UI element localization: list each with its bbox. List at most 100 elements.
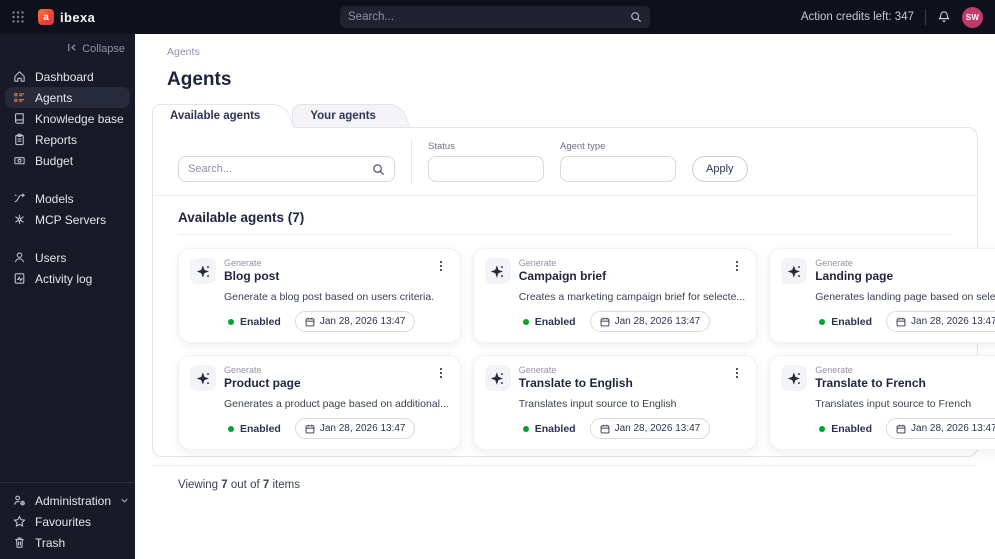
card-menu-button[interactable] [433, 365, 449, 381]
agents-search[interactable] [178, 156, 395, 182]
status-label: Status [428, 141, 455, 152]
sparkle-icon [190, 365, 216, 391]
status-dot [819, 318, 826, 325]
sidebar-collapse-button[interactable]: Collapse [0, 34, 135, 58]
calendar-icon [305, 317, 315, 327]
date-pill[interactable]: Jan 28, 2026 13:47 [294, 311, 416, 332]
card-category: Generate [224, 365, 262, 375]
status-badge: Enabled [831, 422, 873, 435]
sidebar-item-users[interactable]: Users [0, 247, 135, 268]
sidebar-item-mcp-servers[interactable]: MCP Servers [0, 209, 135, 230]
card-description: Creates a marketing campaign brief for s… [518, 291, 746, 303]
status-select[interactable] [428, 156, 544, 182]
agent-type-select[interactable] [560, 156, 676, 182]
agent-card-landing-page[interactable]: Generate Landing page Generates landing … [769, 248, 995, 343]
agent-card-product-page[interactable]: Generate Product page Generates a produc… [178, 355, 461, 450]
sidebar-item-administration[interactable]: Administration [0, 490, 135, 511]
admin-icon [12, 494, 26, 507]
sidebar-item-reports[interactable]: Reports [0, 129, 135, 150]
card-description: Generate a blog post based on users crit… [224, 291, 435, 303]
budget-icon [12, 154, 26, 167]
search-icon [630, 11, 642, 23]
date-pill[interactable]: Jan 28, 2026 13:47 [589, 311, 711, 332]
status-dot [228, 425, 234, 432]
card-menu-button[interactable] [729, 365, 745, 381]
sparkle-icon [781, 365, 808, 391]
chevron-down-icon [120, 496, 129, 505]
agent-cards-grid: Generate Blog post Generate a blog post … [178, 248, 995, 450]
ibexa-logo[interactable]: a ibexa [38, 9, 95, 25]
date-pill[interactable]: Jan 28, 2026 13:47 [294, 418, 416, 439]
agent-card-translate-to-english[interactable]: Generate Translate to English Translates… [472, 355, 758, 450]
status-dot [522, 425, 529, 432]
sidebar: Collapse Dashboard Agents Knowledge base… [0, 34, 135, 559]
card-category: Generate [815, 258, 853, 268]
filter-divider [411, 139, 412, 184]
date-pill[interactable]: Jan 28, 2026 13:47 [886, 418, 995, 439]
topbar-divider [925, 9, 926, 25]
shown-count: 7 [221, 479, 228, 491]
ibexa-logo-text: ibexa [60, 9, 96, 25]
card-title: Campaign brief [518, 269, 607, 283]
sparkle-icon [190, 258, 216, 284]
star-icon [12, 515, 26, 528]
card-title: Landing page [815, 269, 894, 283]
notifications-bell-icon[interactable] [937, 10, 951, 24]
status-badge: Enabled [240, 315, 281, 328]
sidebar-item-dashboard[interactable]: Dashboard [0, 66, 135, 87]
collapse-icon [66, 42, 77, 56]
activity-icon [12, 272, 26, 285]
models-icon [12, 192, 26, 205]
breadcrumb[interactable]: Agents [167, 46, 978, 58]
user-avatar[interactable]: SW [962, 6, 983, 28]
sidebar-item-models[interactable]: Models [0, 188, 135, 209]
agent-card-campaign-brief[interactable]: Generate Campaign brief Creates a market… [472, 248, 758, 343]
sidebar-item-favourites[interactable]: Favourites [0, 511, 135, 532]
sidebar-item-trash[interactable]: Trash [0, 532, 135, 553]
sidebar-item-agents[interactable]: Agents [5, 87, 130, 108]
app-grid-icon[interactable] [11, 10, 25, 24]
collapse-label: Collapse [82, 43, 125, 55]
clipboard-icon [12, 133, 26, 146]
card-title: Translate to English [518, 376, 633, 390]
status-badge: Enabled [240, 422, 281, 435]
calendar-icon [600, 424, 610, 434]
global-search-input[interactable] [348, 11, 630, 23]
calendar-icon [305, 424, 315, 434]
agent-card-blog-post[interactable]: Generate Blog post Generate a blog post … [178, 248, 461, 343]
card-description: Generates a product page based on additi… [224, 398, 449, 410]
global-search[interactable] [340, 6, 650, 28]
agents-icon [12, 91, 26, 104]
sparkle-icon [484, 258, 511, 284]
date-pill[interactable]: Jan 28, 2026 13:47 [886, 311, 995, 332]
card-description: Translates input source to English [518, 398, 677, 410]
sparkle-icon [484, 365, 511, 391]
status-dot [819, 425, 826, 432]
panel-divider [153, 195, 977, 196]
filters-bar: Status Agent type Apply [153, 128, 977, 195]
agents-search-input[interactable] [188, 163, 372, 175]
sidebar-item-budget[interactable]: Budget [0, 150, 135, 171]
sidebar-item-activity-log[interactable]: Activity log [0, 268, 135, 289]
card-title: Blog post [224, 269, 280, 283]
apply-button[interactable]: Apply [692, 156, 748, 182]
date-pill[interactable]: Jan 28, 2026 13:47 [589, 418, 711, 439]
tab-your-agents[interactable]: Your agents [292, 104, 390, 128]
sidebar-item-knowledge-base[interactable]: Knowledge base [0, 108, 135, 129]
tabs: Available agents Your agents [152, 104, 978, 128]
main-content: Agents Agents Available agents Your agen… [135, 34, 995, 559]
tab-available-agents[interactable]: Available agents [152, 104, 275, 128]
card-category: Generate [518, 365, 557, 375]
card-menu-button[interactable] [433, 258, 449, 274]
user-icon [12, 251, 26, 264]
card-menu-button[interactable] [729, 258, 745, 274]
ibexa-logo-mark: a [38, 9, 54, 25]
search-icon [372, 163, 385, 176]
calendar-icon [896, 317, 906, 327]
sidebar-divider [0, 482, 135, 483]
topbar: a ibexa Action credits left: 347 SW [0, 0, 995, 34]
card-description: Generates landing page based on selected… [815, 291, 995, 303]
agents-panel: Status Agent type Apply Available agents… [152, 127, 995, 491]
book-icon [12, 112, 26, 125]
agent-card-translate-to-french[interactable]: Generate Translate to French Translates … [769, 355, 995, 450]
